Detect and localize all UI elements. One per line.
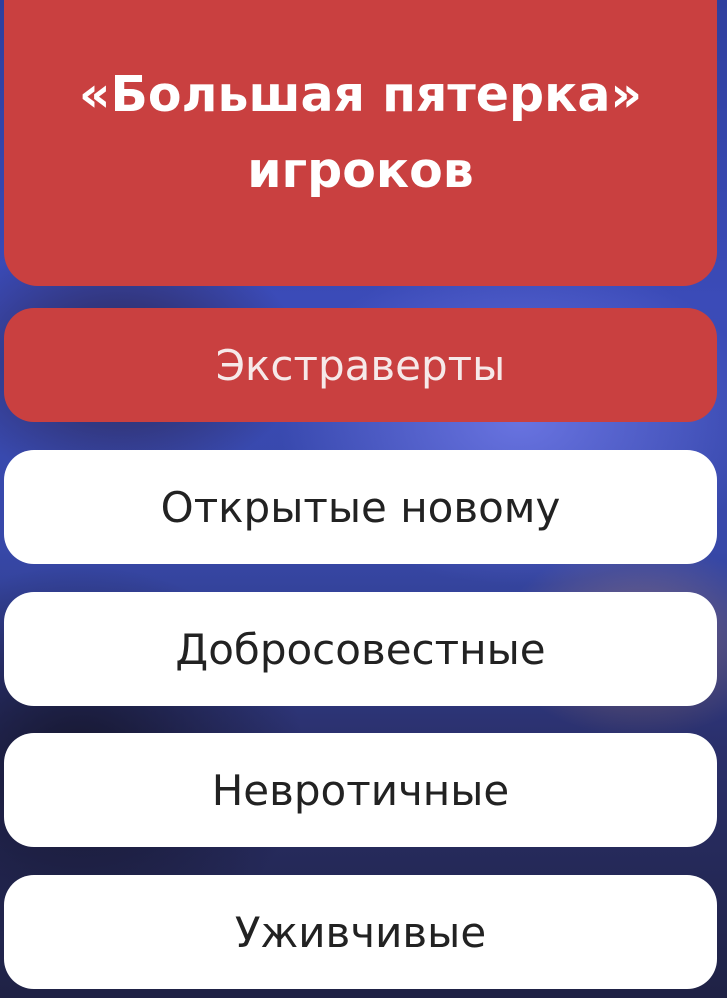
quiz-title-line-2: игроков	[247, 142, 474, 199]
answer-option-label: Уживчивые	[234, 907, 487, 957]
quiz-title-line-1: «Большая пятерка»	[78, 66, 643, 123]
answer-option-open-to-new[interactable]: Открытые новому	[4, 450, 717, 564]
quiz-title-card: «Большая пятерка» игроков	[4, 0, 717, 286]
answer-option-agreeable[interactable]: Уживчивые	[4, 875, 717, 989]
answer-option-label: Экстраверты	[215, 340, 506, 390]
answer-option-label: Невротичные	[211, 765, 510, 815]
quiz-title: «Большая пятерка» игроков	[79, 57, 642, 209]
answer-option-conscientious[interactable]: Добросовестные	[4, 592, 717, 706]
answer-option-neurotic[interactable]: Невротичные	[4, 733, 717, 847]
answer-option-label: Добросовестные	[175, 624, 546, 674]
answer-option-extraverts[interactable]: Экстраверты	[4, 308, 717, 422]
answer-option-label: Открытые новому	[160, 482, 561, 532]
